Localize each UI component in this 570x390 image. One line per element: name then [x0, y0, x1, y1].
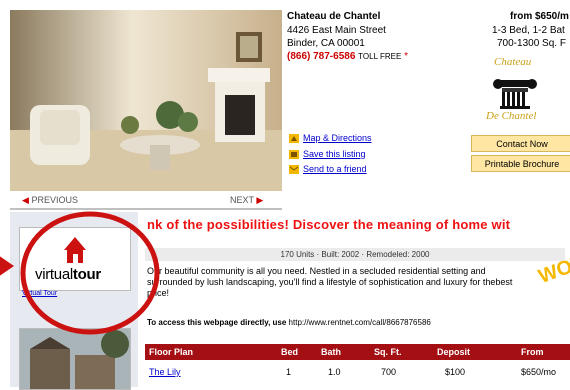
contact-now-button[interactable]: Contact Now	[471, 135, 570, 152]
address-line1: 4426 East Main Street	[287, 25, 386, 36]
sqft-range: 700-1300 Sq. F	[497, 38, 566, 49]
direct-access-url: http://www.rentnet.com/call/8667876586	[288, 318, 431, 327]
address-line2: Binder, CA 00001	[287, 38, 365, 49]
send-friend-link[interactable]: Send to a friend	[289, 164, 367, 174]
property-photo	[10, 10, 282, 191]
property-name: Chateau de Chantel	[287, 11, 381, 22]
virtual-tour-logo: virtualtour	[35, 266, 101, 283]
col-deposit: Deposit	[437, 347, 471, 357]
toll-free-asterisk: *	[404, 51, 408, 62]
virtual-tour-badge[interactable]: virtualtour	[19, 227, 131, 291]
col-from: From	[521, 347, 544, 357]
save-listing-link[interactable]: Save this listing	[289, 149, 366, 159]
divider	[10, 208, 282, 210]
map-directions-link[interactable]: Map & Directions	[289, 133, 372, 143]
cell-from: $650/mo	[521, 367, 557, 377]
map-directions-label[interactable]: Map & Directions	[303, 133, 372, 143]
virtual-tour-logo-bold: tour	[72, 266, 101, 283]
floorplan-table-header: Floor Plan Bed Bath Sq. Ft. Deposit From	[145, 344, 570, 360]
next-link[interactable]: NEXT ▶	[230, 195, 263, 206]
col-sqft: Sq. Ft.	[374, 347, 402, 357]
pointer-arrow-icon	[0, 256, 14, 276]
save-icon	[289, 149, 299, 159]
direct-access-label: To access this webpage directly, use	[147, 318, 287, 327]
next-label: NEXT	[230, 195, 254, 205]
toll-free-label: TOLL FREE	[358, 52, 402, 61]
map-icon	[289, 133, 299, 143]
cell-bath: 1.0	[328, 367, 341, 377]
send-friend-label[interactable]: Send to a friend	[303, 164, 367, 174]
arrow-left-icon: ◀	[22, 195, 29, 205]
table-row: The Lily 1 1.0 700 $100 $650/mo	[145, 364, 570, 378]
property-stats: 170 Units · Built: 2002 · Remodeled: 200…	[145, 248, 565, 261]
direct-access-note: To access this webpage directly, use htt…	[147, 318, 431, 327]
cell-bed: 1	[286, 367, 292, 377]
property-description: Our beautiful community is all you need.…	[147, 266, 513, 298]
previous-label: PREVIOUS	[31, 195, 78, 205]
cell-deposit: $100	[445, 367, 466, 377]
phone-number: (866) 787-6586	[287, 51, 356, 62]
col-bed: Bed	[281, 347, 299, 357]
col-bath: Bath	[321, 347, 341, 357]
logo-text-bottom: De Chantel	[486, 110, 537, 122]
property-logo: Chateau De Chantel	[484, 54, 570, 124]
envelope-icon	[289, 164, 299, 174]
arrow-right-icon: ▶	[256, 195, 264, 205]
cell-sqft: 700	[381, 367, 397, 377]
virtual-tour-link[interactable]: Virtual Tour	[22, 290, 57, 297]
previous-link[interactable]: ◀ PREVIOUS	[22, 195, 78, 206]
virtual-tour-logo-plain: virtual	[35, 266, 73, 283]
community-thumbnail[interactable]	[19, 328, 131, 390]
floor-plan-link[interactable]: The Lily	[149, 367, 181, 377]
price-range: from $650/m	[510, 11, 569, 22]
beds-baths: 1-3 Bed, 1-2 Bat	[492, 25, 565, 36]
col-floor-plan: Floor Plan	[149, 347, 194, 357]
phone-block: (866) 787-6586 TOLL FREE *	[287, 51, 408, 62]
tagline-banner: nk of the possibilities! Discover the me…	[147, 217, 511, 232]
save-listing-label[interactable]: Save this listing	[303, 149, 366, 159]
printable-brochure-button[interactable]: Printable Brochure	[471, 155, 570, 172]
